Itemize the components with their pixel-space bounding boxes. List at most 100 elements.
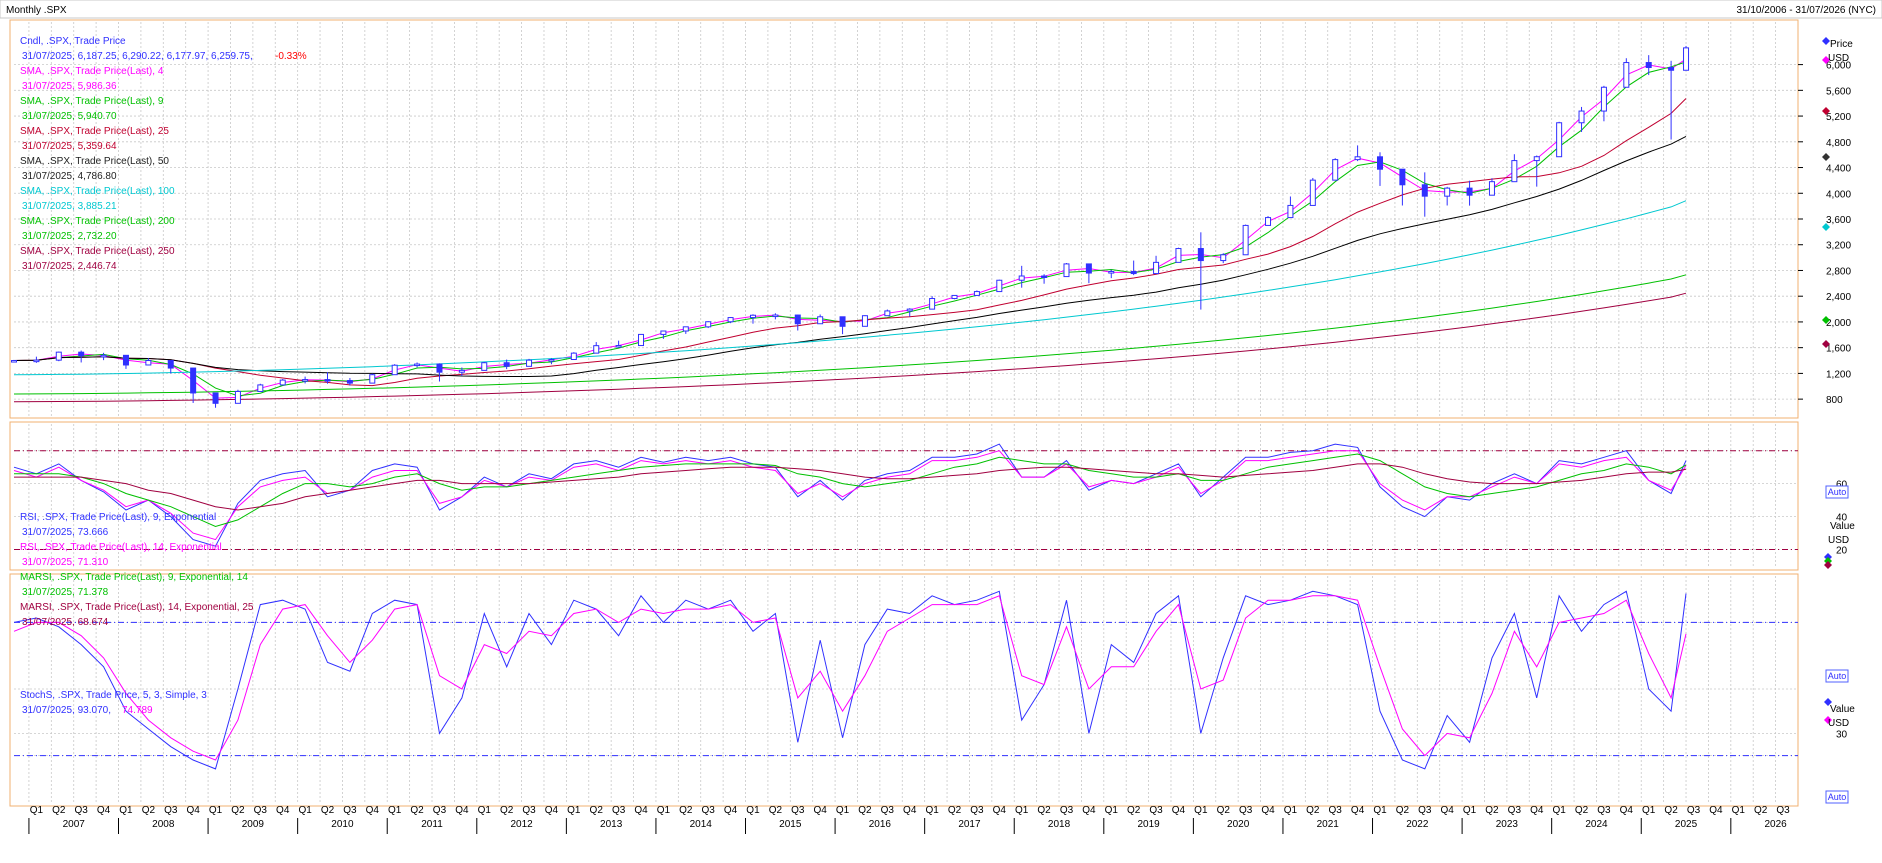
quarter-label: Q2 xyxy=(769,805,783,816)
legend-value: 31/07/2025, 2,732.20 xyxy=(22,231,117,242)
quarter-label: Q4 xyxy=(1709,805,1723,816)
chart-canvas[interactable]: Monthly .SPX 31/10/2006 - 31/07/2026 (NY… xyxy=(0,0,1882,858)
candle-body xyxy=(1220,254,1227,262)
candle-body xyxy=(1354,156,1361,161)
candle-body xyxy=(1265,217,1272,226)
rsi-auto-label: Auto xyxy=(1828,671,1847,681)
price-tick-label: 5,600 xyxy=(1826,86,1851,97)
rsi-auto-button[interactable]: Auto xyxy=(1825,669,1849,683)
chart-window: Monthly .SPX 31/10/2006 - 31/07/2026 (NY… xyxy=(0,0,1882,858)
candle-body xyxy=(1399,168,1406,186)
year-label: 2026 xyxy=(1764,819,1787,830)
price-tick-label: 800 xyxy=(1826,395,1843,406)
rsi-axis-unit: USD xyxy=(1828,535,1849,546)
stoch-panel[interactable] xyxy=(9,573,1799,807)
candle-body xyxy=(1683,47,1690,71)
candle-body xyxy=(929,298,936,310)
legend-value: 31/07/2025, 5,986.36 xyxy=(22,81,117,92)
candle-body xyxy=(11,360,17,363)
quarter-label: Q3 xyxy=(1329,805,1343,816)
quarter-label: Q1 xyxy=(1105,805,1119,816)
candle-body xyxy=(1130,270,1137,275)
candle-body xyxy=(369,374,376,384)
candle-body xyxy=(1533,156,1540,162)
stoch-auto-label: Auto xyxy=(1828,792,1847,802)
quarter-label: Q3 xyxy=(1239,805,1253,816)
candle-body xyxy=(1578,110,1585,124)
candle-body xyxy=(1153,261,1160,275)
candle-body xyxy=(951,294,958,300)
quarter-label: Q2 xyxy=(321,805,335,816)
quarter-label: Q4 xyxy=(1082,805,1096,816)
candle-body xyxy=(1041,275,1048,278)
candle-body xyxy=(346,380,353,384)
candle-body xyxy=(55,351,62,361)
candle-body xyxy=(772,314,779,318)
candle-body xyxy=(1175,248,1182,263)
quarter-label: Q3 xyxy=(522,805,536,816)
price-tick-label: 4,800 xyxy=(1826,138,1851,149)
candle-body xyxy=(615,345,622,348)
quarter-label: Q4 xyxy=(1261,805,1275,816)
stoch-tick-label: 30 xyxy=(1836,729,1848,740)
quarter-label: Q1 xyxy=(1194,805,1208,816)
quarter-label: Q4 xyxy=(1530,805,1544,816)
year-label: 2025 xyxy=(1675,819,1698,830)
sma50-marker xyxy=(1822,153,1830,161)
quarter-label: Q2 xyxy=(1306,805,1320,816)
quarter-label: Q2 xyxy=(1664,805,1678,816)
year-label: 2023 xyxy=(1496,819,1519,830)
candle-body xyxy=(1511,160,1518,183)
price-tick-label: 4,400 xyxy=(1826,164,1851,175)
candle-body xyxy=(1376,156,1383,170)
candle-body xyxy=(1421,184,1428,197)
price-axis-title: Price xyxy=(1830,39,1853,50)
quarter-label: Q2 xyxy=(142,805,156,816)
candle-body xyxy=(1488,181,1495,196)
quarter-label: Q1 xyxy=(1552,805,1566,816)
price-auto-button[interactable]: Auto xyxy=(1825,485,1849,499)
candle-body xyxy=(503,362,510,367)
year-label: 2015 xyxy=(779,819,802,830)
year-label: 2011 xyxy=(421,819,443,830)
price-tick-label: 2,800 xyxy=(1826,266,1851,277)
year-label: 2019 xyxy=(1137,819,1160,830)
quarter-label: Q1 xyxy=(1463,805,1477,816)
rsi-tick-label: 20 xyxy=(1836,546,1848,557)
candle-body xyxy=(749,314,756,319)
quarter-label: Q4 xyxy=(724,805,738,816)
quarter-label: Q4 xyxy=(545,805,559,816)
candle-body xyxy=(257,384,264,392)
candle-body xyxy=(794,314,801,325)
candle-body xyxy=(884,310,891,317)
quarter-label: Q1 xyxy=(478,805,492,816)
candle-body xyxy=(973,291,980,296)
candle-body xyxy=(1197,248,1204,262)
quarter-label: Q2 xyxy=(948,805,962,816)
quarter-label: Q2 xyxy=(1396,805,1410,816)
candle-body xyxy=(212,392,219,404)
year-label: 2013 xyxy=(600,819,623,830)
quarter-label: Q1 xyxy=(657,805,671,816)
title-bar xyxy=(0,0,1882,19)
quarter-label: Q4 xyxy=(813,805,827,816)
year-label: 2016 xyxy=(869,819,892,830)
quarter-label: Q4 xyxy=(186,805,200,816)
candle-body xyxy=(1668,66,1675,71)
quarter-label: Q3 xyxy=(1149,805,1163,816)
candle-body xyxy=(391,364,398,376)
candle-body xyxy=(458,369,465,373)
quarter-label: Q4 xyxy=(366,805,380,816)
candle-body xyxy=(817,316,824,325)
quarter-label: Q4 xyxy=(993,805,1007,816)
candle-body xyxy=(302,379,309,382)
stoch-auto-button[interactable]: Auto xyxy=(1825,790,1849,804)
candle-body xyxy=(100,354,107,358)
year-label: 2014 xyxy=(690,819,713,830)
price-tick-label: 2,400 xyxy=(1826,292,1851,303)
candle-body xyxy=(906,308,913,312)
candle-body xyxy=(1063,263,1070,278)
quarter-label: Q2 xyxy=(590,805,604,816)
price-tick-label: 1,200 xyxy=(1826,369,1851,380)
quarter-label: Q2 xyxy=(410,805,424,816)
